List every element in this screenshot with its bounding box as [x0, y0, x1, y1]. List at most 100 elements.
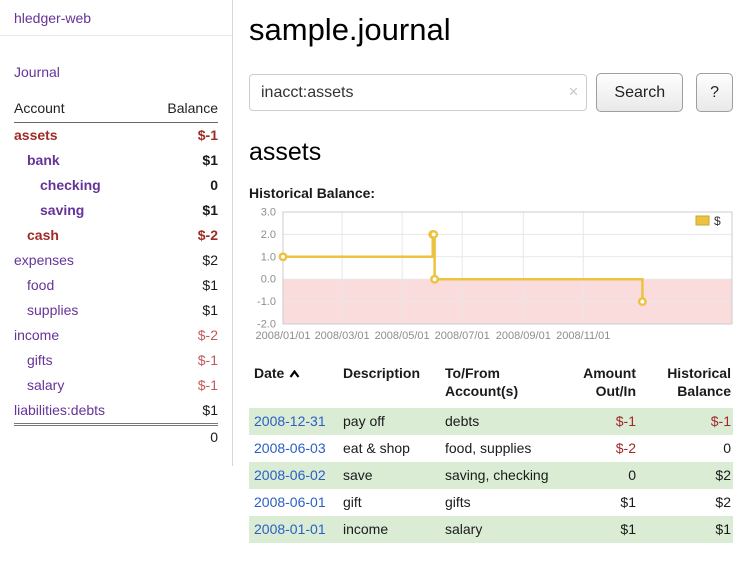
account-cell: expenses: [14, 248, 145, 273]
account-cell: bank: [14, 148, 145, 173]
sidebar-item-journal[interactable]: Journal: [14, 64, 60, 80]
svg-text:2008/05/01: 2008/05/01: [375, 330, 430, 342]
register-header-description: Description: [343, 364, 445, 408]
accounts-header-account: Account: [14, 94, 145, 123]
register-header-date[interactable]: Date: [249, 364, 343, 408]
svg-text:-2.0: -2.0: [257, 319, 276, 331]
search-input[interactable]: [249, 74, 587, 111]
transaction-accounts: salary: [445, 516, 553, 543]
account-link[interactable]: food: [27, 277, 54, 293]
register-row: 2008-01-01incomesalary$1$1: [249, 516, 733, 543]
register-header-accounts: To/From Account(s): [445, 364, 553, 408]
account-link[interactable]: checking: [40, 177, 101, 193]
account-link[interactable]: expenses: [14, 252, 74, 268]
svg-text:0.0: 0.0: [261, 274, 276, 286]
account-row: supplies$1: [14, 298, 218, 323]
account-link[interactable]: cash: [27, 227, 59, 243]
account-row: food$1: [14, 273, 218, 298]
svg-text:2008/01/01: 2008/01/01: [255, 330, 310, 342]
transaction-description: income: [343, 516, 445, 543]
account-cell: supplies: [14, 298, 145, 323]
register-row: 2008-06-01giftgifts$1$2: [249, 489, 733, 516]
account-cell: income: [14, 323, 145, 348]
transaction-amount: $1: [553, 516, 638, 543]
account-link[interactable]: assets: [14, 127, 58, 143]
account-link[interactable]: saving: [40, 202, 84, 218]
transaction-date-link[interactable]: 2008-06-03: [254, 440, 326, 456]
page-title: sample.journal: [249, 12, 733, 48]
transaction-description: pay off: [343, 408, 445, 435]
svg-text:$: $: [714, 214, 721, 228]
account-cell: gifts: [14, 348, 145, 373]
transaction-amount: $-1: [553, 408, 638, 435]
account-row: saving $1: [14, 198, 218, 223]
account-cell: cash: [14, 223, 145, 248]
account-row: salary $-1: [14, 373, 218, 398]
register-row: 2008-06-02savesaving, checking0$2: [249, 462, 733, 489]
sidebar: hledger-web Journal Account Balance asse…: [0, 0, 233, 466]
account-row: gifts $-1: [14, 348, 218, 373]
register-header-balance: Historical Balance: [638, 364, 733, 408]
account-balance: $-1: [145, 123, 218, 149]
accounts-total-balance: 0: [145, 425, 218, 451]
account-balance: 0: [145, 173, 218, 198]
register-row: 2008-12-31pay offdebts$-1$-1: [249, 408, 733, 435]
transaction-accounts: food, supplies: [445, 435, 553, 462]
accounts-table: Account Balance assets$-1bank$1checking0…: [14, 94, 218, 450]
account-balance: $1: [145, 398, 218, 425]
svg-text:1.0: 1.0: [261, 251, 276, 263]
account-row: expenses$2: [14, 248, 218, 273]
transaction-date-link[interactable]: 2008-12-31: [254, 413, 326, 429]
register-table: Date Description To/From Account(s) Amou…: [249, 364, 733, 543]
transaction-description: gift: [343, 489, 445, 516]
svg-text:2.0: 2.0: [261, 229, 276, 241]
svg-text:2008/07/01: 2008/07/01: [435, 330, 490, 342]
transaction-date-cell: 2008-12-31: [249, 408, 343, 435]
help-button[interactable]: ?: [696, 73, 733, 112]
transaction-date-cell: 2008-06-02: [249, 462, 343, 489]
transaction-balance: 0: [638, 435, 733, 462]
account-row: cash$-2: [14, 223, 218, 248]
register-header-date-label: Date: [254, 365, 284, 381]
register-header-row: Date Description To/From Account(s) Amou…: [249, 364, 733, 408]
account-link[interactable]: gifts: [27, 352, 53, 368]
account-cell: liabilities:debts: [14, 398, 145, 425]
account-link[interactable]: supplies: [27, 302, 78, 318]
accounts-header-balance: Balance: [145, 94, 218, 123]
transaction-accounts: debts: [445, 408, 553, 435]
svg-text:2008/09/01: 2008/09/01: [496, 330, 551, 342]
transaction-amount: $-2: [553, 435, 638, 462]
transaction-balance: $1: [638, 516, 733, 543]
app-brand-link[interactable]: hledger-web: [14, 10, 91, 26]
search-field: ×: [249, 74, 587, 111]
account-row: bank$1: [14, 148, 218, 173]
transaction-date-link[interactable]: 2008-01-01: [254, 521, 326, 537]
accounts-header-row: Account Balance: [14, 94, 218, 123]
account-balance: $-1: [145, 348, 218, 373]
svg-text:2008/03/01: 2008/03/01: [315, 330, 370, 342]
clear-search-icon[interactable]: ×: [568, 82, 578, 102]
register-row: 2008-06-03eat & shopfood, supplies$-20: [249, 435, 733, 462]
account-balance: $1: [145, 198, 218, 223]
transaction-date-link[interactable]: 2008-06-02: [254, 467, 326, 483]
app-brand: hledger-web: [0, 0, 232, 36]
account-cell: food: [14, 273, 145, 298]
account-balance: $-2: [145, 323, 218, 348]
account-cell: checking: [14, 173, 145, 198]
search-button[interactable]: Search: [596, 73, 683, 112]
account-link[interactable]: income: [14, 327, 59, 343]
svg-text:3.0: 3.0: [261, 207, 276, 219]
account-link[interactable]: salary: [27, 377, 64, 393]
account-balance: $-1: [145, 373, 218, 398]
account-heading: assets: [249, 138, 733, 167]
sidebar-nav: Journal: [14, 36, 218, 94]
transaction-amount: $1: [553, 489, 638, 516]
accounts-table-body: assets$-1bank$1checking0saving$1cash$-2e…: [14, 123, 218, 425]
account-link[interactable]: bank: [27, 152, 60, 168]
account-row: income $-2: [14, 323, 218, 348]
main-content: sample.journal × Search ? assets Histori…: [233, 0, 742, 543]
account-link[interactable]: liabilities:debts: [14, 402, 105, 418]
transaction-date-link[interactable]: 2008-06-01: [254, 494, 326, 510]
svg-text:-1.0: -1.0: [257, 296, 276, 308]
account-cell: saving: [14, 198, 145, 223]
